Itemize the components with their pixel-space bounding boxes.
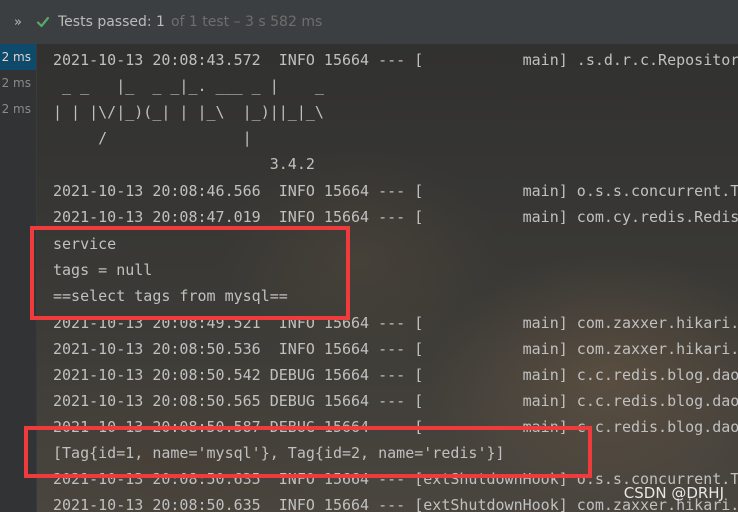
- test-status-bar: » Tests passed: 1 of 1 test – 3 s 582 ms: [0, 0, 738, 45]
- test-duration-item[interactable]: 2 ms: [0, 44, 36, 70]
- banner-line: / |: [53, 129, 252, 147]
- highlight-box-tags-result: [24, 426, 592, 478]
- log-line: 2021-10-13 20:08:50.536 INFO 15664 --- […: [53, 340, 738, 358]
- tests-passed-label: Tests passed: 1: [58, 14, 165, 30]
- watermark: CSDN @DRHJ: [623, 484, 724, 502]
- highlight-box-service-output: [30, 226, 350, 320]
- log-line: 2021-10-13 20:08:43.572 INFO 15664 --- […: [53, 51, 738, 69]
- banner-line: _ _ |_ _ _|_. ___ _ | _: [53, 77, 324, 95]
- test-duration-item[interactable]: 2 ms: [0, 96, 36, 122]
- tests-summary: of 1 test – 3 s 582 ms: [170, 14, 323, 30]
- log-line: 2021-10-13 20:08:50.565 DEBUG 15664 --- …: [53, 392, 738, 410]
- banner-version: 3.4.2: [53, 155, 315, 173]
- banner-line: | | |\/|_)(_| | |_\ |_)||_|_\: [53, 103, 324, 121]
- check-icon: [36, 16, 50, 28]
- log-line: 2021-10-13 20:08:50.542 DEBUG 15664 --- …: [53, 366, 738, 384]
- test-duration-item[interactable]: 2 ms: [0, 70, 36, 96]
- expand-chevron-icon[interactable]: »: [0, 15, 36, 30]
- log-line: 2021-10-13 20:08:46.566 INFO 15664 --- […: [53, 182, 738, 200]
